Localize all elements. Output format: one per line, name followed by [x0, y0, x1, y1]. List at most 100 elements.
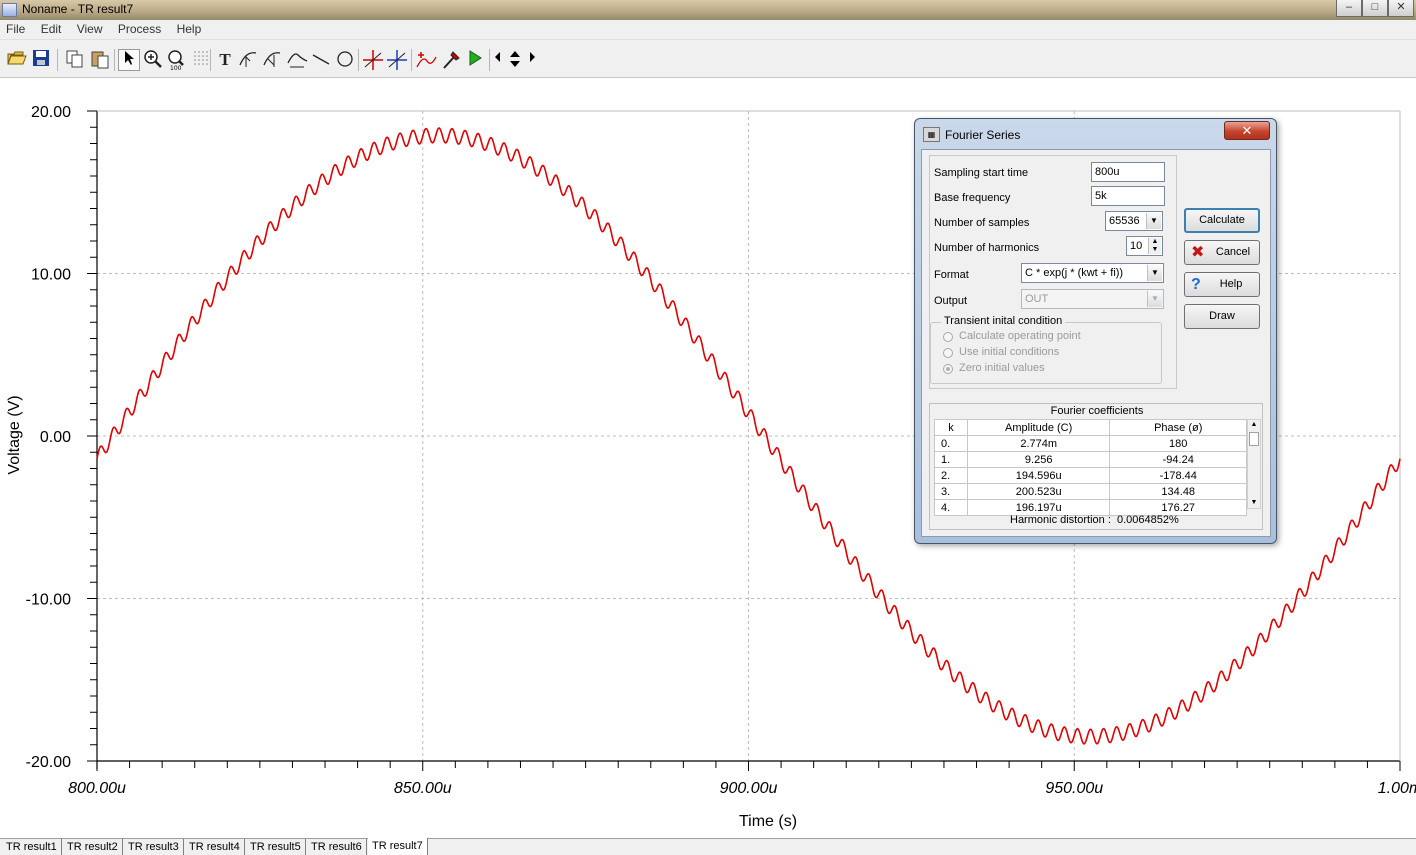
radio-calculate-operating-point[interactable] — [943, 332, 953, 342]
output-label: Output — [934, 295, 968, 307]
menu-edit[interactable]: Edit — [35, 20, 68, 36]
zoom-in-icon[interactable] — [142, 49, 164, 71]
chevron-down-icon[interactable]: ▼ — [1147, 265, 1162, 281]
nav-right-icon[interactable] — [525, 49, 539, 71]
copy-icon[interactable] — [64, 49, 86, 71]
cell-amplitude: 9.256 — [966, 451, 1111, 468]
menu-view[interactable]: View — [71, 20, 109, 36]
draw-button[interactable]: Draw — [1184, 304, 1260, 329]
scroll-up-icon[interactable]: ▲ — [1248, 420, 1260, 430]
radio-use-initial-conditions[interactable] — [943, 348, 953, 358]
scroll-thumb[interactable] — [1249, 432, 1259, 446]
y-tick-label: -10.00 — [26, 592, 71, 609]
grid-icon[interactable] — [190, 49, 212, 71]
number-of-samples-select[interactable]: 65536 ▼ — [1105, 211, 1163, 231]
table-header-row: k Amplitude (C) Phase (ø) — [934, 419, 1247, 436]
base-frequency-input[interactable]: 5k — [1091, 186, 1165, 206]
dialog-app-icon: ▦ — [923, 127, 940, 142]
cursor-b-cross-icon[interactable] — [386, 49, 408, 71]
cell-phase: -178.44 — [1109, 467, 1247, 484]
app-icon — [2, 3, 17, 17]
minimize-button[interactable]: – — [1336, 0, 1362, 17]
cancel-button-label: Cancel — [1215, 246, 1251, 258]
menu-process[interactable]: Process — [112, 20, 167, 36]
help-button-label: Help — [1219, 278, 1243, 290]
cell-phase: 180 — [1109, 435, 1247, 452]
toolbar-separator — [411, 49, 412, 71]
table-row[interactable]: 1. 9.256 -94.24 — [934, 451, 1247, 468]
tab-tr-result5[interactable]: TR result5 — [246, 839, 306, 855]
harmonic-distortion-value: 0.0064852% — [1117, 514, 1179, 526]
radio-zero-initial-values[interactable] — [943, 364, 953, 374]
dialog-body: Sampling start time 800u Base frequency … — [921, 149, 1271, 537]
number-of-samples-value: 65536 — [1109, 215, 1140, 227]
circle-icon[interactable] — [334, 49, 356, 71]
cell-k: 0. — [934, 435, 968, 452]
run-icon[interactable] — [464, 49, 486, 71]
result-tabs: TR result1 TR result2 TR result3 TR resu… — [0, 838, 1416, 855]
base-frequency-label: Base frequency — [934, 192, 1011, 204]
spin-arrows-icon[interactable]: ▲ ▼ — [1148, 238, 1161, 254]
probe-icon[interactable] — [440, 49, 462, 71]
save-icon[interactable] — [30, 49, 52, 71]
column-amplitude[interactable]: Amplitude (C) — [966, 419, 1111, 436]
dialog-close-button[interactable]: ✕ — [1224, 121, 1270, 140]
cell-k: 2. — [934, 467, 968, 484]
pointer-icon[interactable] — [118, 49, 140, 71]
nav-left-icon[interactable] — [491, 49, 505, 71]
output-select[interactable]: OUT ▼ — [1021, 289, 1164, 309]
x-tick-label: 1.00m — [1378, 780, 1416, 797]
sampling-start-input[interactable]: 800u — [1091, 162, 1165, 182]
coefficients-scrollbar[interactable]: ▲ ▼ — [1247, 419, 1261, 509]
zoom-100-icon[interactable]: 100 — [166, 49, 188, 72]
table-row[interactable]: 2. 194.596u -178.44 — [934, 467, 1247, 484]
calculate-button[interactable]: Calculate — [1184, 208, 1260, 233]
number-of-harmonics-label: Number of harmonics — [934, 242, 1040, 254]
table-row[interactable]: 0. 2.774m 180 — [934, 435, 1247, 452]
cancel-button[interactable]: ✖ Cancel — [1184, 240, 1260, 265]
tab-tr-result2[interactable]: TR result2 — [63, 839, 123, 855]
close-window-button[interactable]: ✕ — [1388, 0, 1414, 17]
column-phase[interactable]: Phase (ø) — [1109, 419, 1247, 436]
cursor-b-icon[interactable] — [261, 49, 283, 71]
text-icon[interactable]: T — [214, 49, 236, 71]
scroll-down-icon[interactable]: ▼ — [1248, 498, 1260, 508]
cell-k: 4. — [934, 499, 968, 516]
curve-label-icon[interactable] — [286, 49, 308, 71]
chevron-down-icon[interactable]: ▼ — [1146, 213, 1161, 229]
nav-updown-icon[interactable] — [506, 49, 524, 71]
calculate-operating-point-label: Calculate operating point — [959, 330, 1081, 342]
cancel-x-icon: ✖ — [1191, 244, 1205, 261]
table-row[interactable]: 3. 200.523u 134.48 — [934, 483, 1247, 500]
help-button[interactable]: ? Help — [1184, 272, 1260, 297]
column-k[interactable]: k — [934, 419, 968, 436]
cell-phase: 134.48 — [1109, 483, 1247, 500]
y-tick-label: 10.00 — [31, 267, 71, 284]
cell-amplitude: 194.596u — [966, 467, 1111, 484]
tab-tr-result3[interactable]: TR result3 — [124, 839, 184, 855]
format-select[interactable]: C * exp(j * (kwt + fi)) ▼ — [1021, 263, 1164, 283]
paste-icon[interactable] — [89, 49, 111, 71]
toolbar-separator — [57, 49, 58, 71]
tab-tr-result6[interactable]: TR result6 — [307, 839, 367, 855]
x-tick-label: 900.00u — [720, 780, 778, 797]
x-tick-label: 950.00u — [1045, 780, 1103, 797]
tab-tr-result1[interactable]: TR result1 — [2, 839, 62, 855]
toolbar-separator — [358, 49, 359, 71]
menu-help[interactable]: Help — [171, 20, 208, 36]
cursor-a-cross-icon[interactable] — [362, 49, 384, 71]
format-label: Format — [934, 269, 969, 281]
tab-tr-result4[interactable]: TR result4 — [185, 839, 245, 855]
chevron-down-icon[interactable]: ▼ — [1147, 291, 1162, 307]
number-of-harmonics-stepper[interactable]: 10 ▲ ▼ — [1126, 236, 1163, 256]
open-folder-icon[interactable] — [6, 49, 28, 71]
y-tick-label: 20.00 — [31, 104, 71, 121]
tab-tr-result7[interactable]: TR result7 — [368, 838, 428, 855]
add-marker-icon[interactable] — [415, 49, 437, 71]
line-icon[interactable] — [310, 49, 332, 71]
cell-amplitude: 2.774m — [966, 435, 1111, 452]
menu-file[interactable]: File — [0, 20, 31, 36]
dialog-title: Fourier Series — [945, 128, 1021, 142]
cursor-a-icon[interactable] — [237, 49, 259, 71]
maximize-button[interactable]: □ — [1362, 0, 1388, 17]
